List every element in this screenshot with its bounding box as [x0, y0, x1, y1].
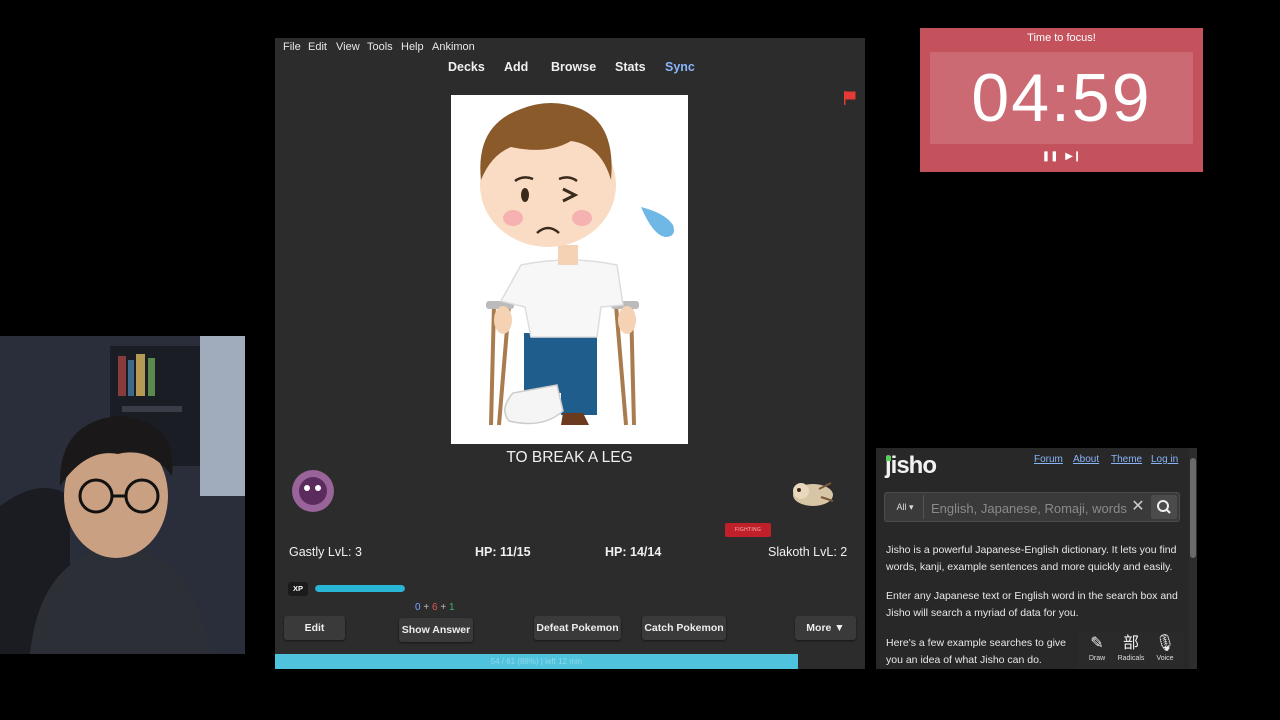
slakoth-sprite-icon [793, 482, 834, 506]
voice-tool[interactable]: 🎙 Voice [1148, 633, 1182, 662]
streamer-webcam-image [0, 336, 245, 654]
radicals-icon: 部 [1122, 635, 1139, 652]
search-button[interactable] [1151, 495, 1177, 519]
timer-title: Time to focus! [1027, 32, 1096, 44]
menu-file[interactable]: File [283, 41, 301, 53]
enemy-pokemon-hp: HP: 14/14 [605, 545, 662, 559]
menu-ankimon[interactable]: Ankimon [432, 41, 475, 53]
boy-with-crutches-illustration [480, 103, 674, 426]
draw-label: Draw [1088, 655, 1106, 662]
count-separator: + [423, 602, 430, 613]
defeat-pokemon-button[interactable]: Defeat Pokemon [534, 616, 621, 640]
due-counts: 0 + 6 + 1 [415, 602, 455, 613]
logo-dot-icon [886, 456, 891, 461]
about-link[interactable]: About [1073, 454, 1099, 465]
review-count: 1 [448, 602, 455, 613]
xp-bar-fill [315, 585, 405, 592]
timer-controls: ❚❚ ▶❙ [920, 151, 1203, 162]
jisho-dictionary-panel: jisho Forum About Theme Log in All ▾ ✕ J… [876, 448, 1197, 669]
fighting-type-badge: FIGHTING [725, 523, 771, 537]
radicals-tool[interactable]: 部 Radicals [1114, 633, 1148, 662]
examples-paragraph: Here's a few example searches to give yo… [886, 637, 1067, 666]
more-button[interactable]: More ▼ [795, 616, 856, 640]
nav-stats[interactable]: Stats [615, 60, 646, 74]
webcam-feed [0, 336, 245, 654]
xp-label: XP [288, 582, 308, 596]
radicals-label: Radicals [1117, 655, 1145, 662]
search-paragraph: Enter any Japanese text or English word … [886, 590, 1178, 619]
theme-link[interactable]: Theme [1111, 454, 1142, 465]
show-answer-button[interactable]: Show Answer [399, 618, 473, 642]
player-pokemon-hp: HP: 11/15 [475, 545, 531, 559]
focus-timer-widget: Time to focus! 04:59 ❚❚ ▶❙ [920, 28, 1203, 172]
nav-decks[interactable]: Decks [448, 60, 485, 74]
learn-count: 6 [431, 602, 438, 613]
input-tools: ✎ Draw 部 Radicals 🎙 Voice [1078, 631, 1184, 669]
search-icon [1157, 500, 1171, 514]
card-illustration [451, 95, 688, 444]
menu-bar: File Edit View Tools Help Ankimon [275, 38, 865, 56]
timer-display: 04:59 [930, 52, 1193, 144]
edit-button[interactable]: Edit [284, 616, 345, 640]
jisho-logo[interactable]: jisho [885, 452, 937, 480]
voice-label: Voice [1156, 655, 1174, 662]
jisho-search-box: All ▾ ✕ [884, 492, 1180, 522]
anki-window: File Edit View Tools Help Ankimon Decks … [275, 38, 865, 669]
login-link[interactable]: Log in [1151, 454, 1178, 465]
menu-help[interactable]: Help [401, 41, 424, 53]
scrollbar-thumb[interactable] [1190, 458, 1196, 558]
nav-sync[interactable]: Sync [665, 60, 695, 74]
pause-icon[interactable]: ❚❚ [1042, 151, 1059, 162]
nav-browse[interactable]: Browse [551, 60, 596, 74]
enemy-pokemon-level: Slakoth LvL: 2 [768, 545, 848, 559]
gastly-sprite-icon [292, 470, 334, 512]
jisho-logo-text: jisho [885, 452, 937, 479]
intro-paragraph: Jisho is a powerful Japanese-English dic… [886, 544, 1177, 573]
draw-tool[interactable]: ✎ Draw [1080, 633, 1114, 662]
top-navigation: Decks Add Browse Stats Sync [275, 60, 865, 78]
progress-text: 54 / 61 (88%) | left 12 min [490, 657, 583, 666]
red-flag-icon[interactable] [844, 91, 856, 105]
jisho-scrollbar[interactable] [1189, 448, 1197, 669]
menu-view[interactable]: View [336, 41, 360, 53]
menu-edit[interactable]: Edit [308, 41, 327, 53]
xp-bar [315, 585, 405, 592]
review-progress-bar: 54 / 61 (88%) | left 12 min [275, 654, 798, 669]
microphone-icon: 🎙 [1154, 635, 1176, 652]
new-count: 0 [415, 602, 421, 613]
jisho-search-input[interactable] [929, 495, 1129, 521]
clear-search-icon[interactable]: ✕ [1129, 495, 1147, 519]
draw-icon: ✎ [1090, 635, 1104, 652]
nav-add[interactable]: Add [504, 60, 528, 74]
count-separator: + [440, 602, 447, 613]
card-front-text: TO BREAK A LEG [506, 449, 633, 466]
search-scope-select[interactable]: All ▾ [887, 495, 924, 519]
skip-icon[interactable]: ▶❙ [1065, 151, 1081, 162]
timer-time: 04:59 [971, 60, 1152, 136]
player-pokemon-level: Gastly LvL: 3 [289, 545, 362, 559]
forum-link[interactable]: Forum [1034, 454, 1063, 465]
menu-tools[interactable]: Tools [367, 41, 393, 53]
catch-pokemon-button[interactable]: Catch Pokemon [642, 616, 726, 640]
